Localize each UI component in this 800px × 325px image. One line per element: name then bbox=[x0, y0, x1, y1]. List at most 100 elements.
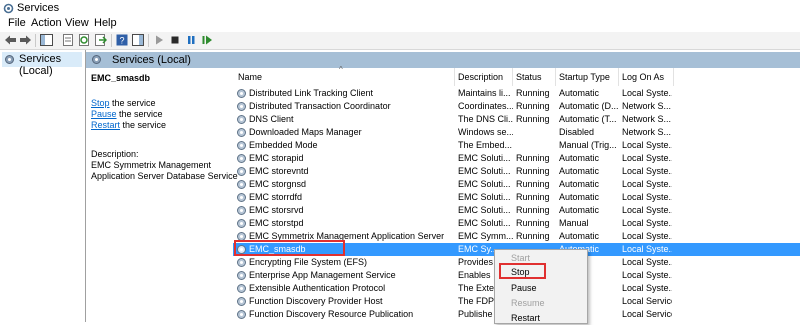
stop-service-line: Stop the service bbox=[91, 98, 156, 109]
gear-icon bbox=[237, 115, 246, 124]
service-row[interactable]: EMC storapid EMC Soluti... Running Automati… bbox=[233, 152, 800, 165]
service-logon-cell: Network S... bbox=[622, 127, 672, 137]
pause-service-link[interactable]: Pause bbox=[91, 109, 117, 119]
service-logon-cell: Local Syste... bbox=[622, 218, 672, 228]
column-separator[interactable] bbox=[673, 68, 674, 86]
selected-service-name: EMC_smasdb bbox=[91, 73, 151, 83]
description-label: Description: bbox=[91, 149, 139, 159]
column-separator[interactable] bbox=[454, 68, 455, 86]
gear-icon bbox=[237, 284, 246, 293]
restart-service-icon[interactable] bbox=[201, 34, 214, 46]
menu-file[interactable]: File bbox=[8, 17, 26, 29]
service-logon-cell: Network S... bbox=[622, 114, 672, 124]
service-startup-cell: Automatic bbox=[559, 88, 600, 98]
stop-service-icon[interactable] bbox=[169, 34, 182, 46]
column-separator[interactable] bbox=[512, 68, 513, 86]
service-description-cell: EMC Soluti... bbox=[458, 205, 511, 215]
column-header-status[interactable]: Status bbox=[516, 68, 542, 86]
service-description-cell: EMC Soluti... bbox=[458, 153, 511, 163]
service-name-cell: EMC storrdfd bbox=[249, 192, 303, 202]
service-name-cell: Function Discovery Resource Publication bbox=[249, 309, 414, 319]
service-startup-cell: Automatic (D... bbox=[559, 101, 619, 111]
pause-service-line: Pause the service bbox=[91, 109, 163, 120]
toolbar-separator bbox=[35, 34, 36, 47]
show-hide-icon[interactable] bbox=[132, 34, 145, 46]
service-row[interactable]: EMC storrdfd EMC Soluti... Running Automati… bbox=[233, 191, 800, 204]
service-logon-cell: Local Syste... bbox=[622, 179, 672, 189]
gear-icon bbox=[237, 310, 246, 319]
menu-view[interactable]: View bbox=[65, 17, 89, 29]
toolbar-separator bbox=[148, 34, 149, 47]
export-list-icon[interactable] bbox=[94, 34, 107, 46]
service-row[interactable]: DNS Client The DNS Cli... Running Automatic… bbox=[233, 113, 800, 126]
service-row[interactable]: EMC storstpd EMC Soluti... Running Manual Lo… bbox=[233, 217, 800, 230]
service-row[interactable]: EMC storevntd EMC Soluti... Running Automat… bbox=[233, 165, 800, 178]
service-description-cell: EMC Soluti... bbox=[458, 179, 511, 189]
stop-service-link[interactable]: Stop bbox=[91, 98, 110, 108]
service-status-cell: Running bbox=[516, 192, 550, 202]
menu-action[interactable]: Action bbox=[31, 17, 62, 29]
service-logon-cell: Local Syste... bbox=[622, 257, 672, 267]
column-header-name[interactable]: Name bbox=[238, 68, 262, 86]
console-tree-pane: Services (Local) bbox=[0, 50, 86, 322]
menu-help[interactable]: Help bbox=[94, 17, 117, 29]
context-menu-resume[interactable]: Resume bbox=[511, 296, 545, 310]
service-logon-cell: Network S... bbox=[622, 101, 672, 111]
context-menu-restart[interactable]: Restart bbox=[511, 311, 540, 325]
console-tree-icon[interactable] bbox=[40, 34, 53, 46]
column-header-startup-type[interactable]: Startup Type bbox=[559, 68, 610, 86]
service-startup-cell: Automatic bbox=[559, 179, 600, 189]
service-status-cell: Running bbox=[516, 166, 550, 176]
properties-icon[interactable] bbox=[62, 34, 75, 46]
column-separator[interactable] bbox=[555, 68, 556, 86]
service-logon-cell: Local Syste... bbox=[622, 244, 672, 254]
service-row[interactable]: Distributed Transaction Coordinator Coord… bbox=[233, 100, 800, 113]
gear-icon bbox=[92, 55, 101, 64]
gear-icon bbox=[237, 89, 246, 98]
service-row[interactable]: Downloaded Maps Manager Windows se... Disa… bbox=[233, 126, 800, 139]
service-name-cell: Distributed Transaction Coordinator bbox=[249, 101, 391, 111]
service-description-cell: Coordinates... bbox=[458, 101, 513, 111]
start-service-icon[interactable] bbox=[153, 34, 166, 46]
service-logon-cell: Local Syste... bbox=[622, 166, 672, 176]
column-separator[interactable] bbox=[618, 68, 619, 86]
service-status-cell: Running bbox=[516, 179, 550, 189]
service-row[interactable]: EMC storgnsd EMC Soluti... Running Automati… bbox=[233, 178, 800, 191]
service-status-cell: Running bbox=[516, 101, 550, 111]
context-menu: Start Stop Pause Resume Restart bbox=[494, 249, 588, 324]
service-logon-cell: Local Service bbox=[622, 296, 672, 306]
service-status-cell: Running bbox=[516, 153, 550, 163]
gear-icon bbox=[237, 219, 246, 228]
column-header-log-on-as[interactable]: Log On As bbox=[622, 68, 664, 86]
pause-service-icon[interactable] bbox=[185, 34, 198, 46]
service-name-cell: EMC storapid bbox=[249, 153, 304, 163]
service-startup-cell: Disabled bbox=[559, 127, 595, 137]
service-description-cell: The Embed... bbox=[458, 140, 513, 150]
title-bar: Services bbox=[0, 0, 800, 16]
restart-service-link[interactable]: Restart bbox=[91, 120, 120, 130]
service-row[interactable]: EMC storsrvd EMC Soluti... Running Automati… bbox=[233, 204, 800, 217]
toolbar: ? bbox=[0, 32, 800, 50]
service-status-cell: Running bbox=[516, 231, 550, 241]
service-startup-cell: Automatic bbox=[559, 205, 600, 215]
service-name-cell: EMC storevntd bbox=[249, 166, 309, 176]
forward-arrow-icon[interactable] bbox=[19, 34, 32, 46]
stop-service-suffix: the service bbox=[109, 98, 156, 108]
service-logon-cell: Local Syste... bbox=[622, 270, 672, 280]
gear-icon bbox=[237, 154, 246, 163]
description-text-line1: EMC Symmetrix Management bbox=[91, 160, 212, 170]
service-row[interactable]: Embedded Mode The Embed... Manual (Trig...… bbox=[233, 139, 800, 152]
service-description-cell: EMC Soluti... bbox=[458, 192, 511, 202]
help-icon[interactable]: ? bbox=[116, 34, 129, 46]
menu-bar: File Action View Help bbox=[0, 17, 800, 31]
context-menu-pause[interactable]: Pause bbox=[511, 281, 537, 295]
column-header-description[interactable]: Description bbox=[458, 68, 503, 86]
back-arrow-icon[interactable] bbox=[4, 34, 17, 46]
service-status-cell: Running bbox=[516, 88, 550, 98]
tree-item-services-local[interactable]: Services (Local) bbox=[2, 52, 82, 77]
refresh-icon[interactable] bbox=[78, 34, 91, 46]
services-app-icon bbox=[3, 3, 14, 14]
service-status-cell: Running bbox=[516, 218, 550, 228]
service-name-cell: Distributed Link Tracking Client bbox=[249, 88, 374, 98]
service-row[interactable]: Distributed Link Tracking Client Maintain… bbox=[233, 87, 800, 100]
